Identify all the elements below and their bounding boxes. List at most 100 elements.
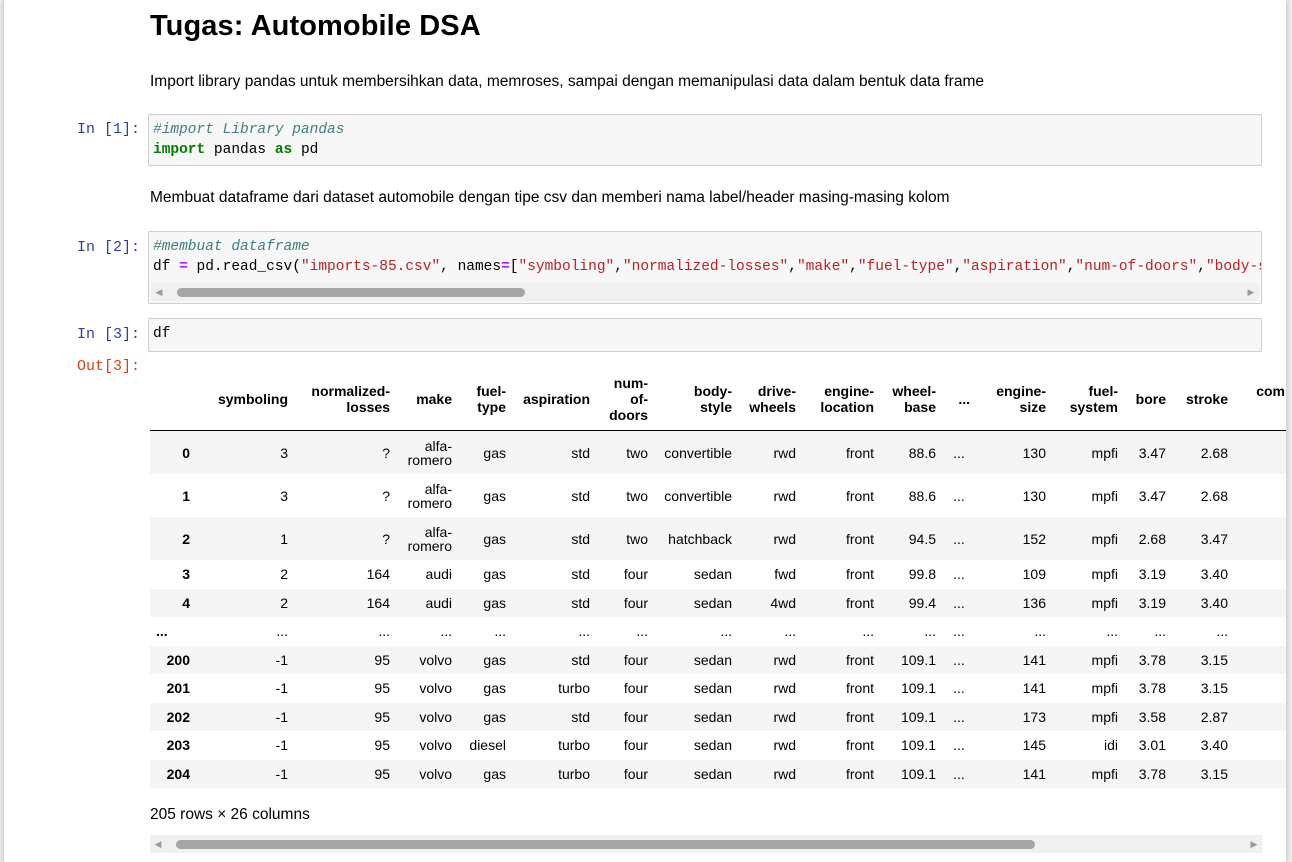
table-cell: 3.19 <box>1138 566 1166 583</box>
notebook-title: Tugas: Automobile DSA <box>150 10 481 42</box>
table-cell: turbo <box>558 737 590 754</box>
column-header-aspiration: aspiration <box>512 368 596 431</box>
row-index: 4 <box>182 594 190 611</box>
table-cell: 9.5 <box>1234 760 1286 789</box>
table-cell: -1 <box>275 737 288 754</box>
table-cell: mpfi <box>1091 765 1118 782</box>
code-line: import pandas as pd <box>153 142 319 158</box>
table-cell: ... <box>720 623 732 640</box>
table-cell: 99.8 <box>908 566 936 583</box>
table-cell: sedan <box>693 708 732 725</box>
scrollbar-thumb[interactable] <box>177 288 525 297</box>
table-cell: ... <box>953 566 965 583</box>
table-cell: front <box>845 594 874 611</box>
code-cell-3[interactable]: df <box>148 318 1262 352</box>
table-cell: turbo <box>558 765 590 782</box>
table-cell: -1 <box>275 680 288 697</box>
code-editor[interactable]: #import Library pandas import pandas as … <box>149 115 1261 160</box>
code-editor[interactable]: df <box>149 319 1261 344</box>
table-cell: alfa-romero <box>407 437 452 468</box>
table-cell: two <box>626 487 648 504</box>
column-header-compression-ratio: compression-ratio <box>1234 368 1286 431</box>
scroll-left-arrow-icon[interactable]: ◀ <box>150 835 166 853</box>
table-cell: 2 <box>280 594 288 611</box>
table-cell: 8.8 <box>1234 703 1286 732</box>
table-cell: gas <box>483 444 506 461</box>
table-cell: ... <box>1216 623 1228 640</box>
output-prompt: Out[3]: <box>76 358 140 375</box>
table-cell: fwd <box>774 566 796 583</box>
table-cell: 3.40 <box>1200 737 1228 754</box>
table-row: 203 -1 95 volvo diesel turbo four sedan rwd front… <box>150 731 1286 760</box>
table-cell: volvo <box>419 765 452 782</box>
markdown-cell-import[interactable]: Import library pandas untuk membersihkan… <box>150 73 984 91</box>
markdown-cell-dataframe[interactable]: Membuat dataframe dari dataset automobil… <box>150 189 950 207</box>
table-cell: mpfi <box>1091 708 1118 725</box>
table-cell: 3.47 <box>1200 530 1228 547</box>
table-cell: sedan <box>693 737 732 754</box>
table-cell: 10.0 <box>1234 560 1286 589</box>
dataframe-shape: 205 rows × 26 columns <box>150 806 310 823</box>
table-cell: ... <box>862 623 874 640</box>
table-cell: two <box>626 444 648 461</box>
column-header-fuel-type: fuel-type <box>458 368 512 431</box>
table-cell: 88.6 <box>908 444 936 461</box>
table-cell: audi <box>425 594 452 611</box>
table-cell: rwd <box>773 680 796 697</box>
column-header-index <box>150 368 200 431</box>
code-editor[interactable]: #membuat dataframe df = pd.read_csv("imp… <box>149 232 1261 277</box>
table-row: 204 -1 95 volvo gas turbo four sedan rwd front 109… <box>150 759 1286 789</box>
scrollbar-thumb[interactable] <box>176 840 1035 849</box>
column-header-index: ... <box>942 368 976 431</box>
code-cell-1[interactable]: #import Library pandas import pandas as … <box>148 114 1262 166</box>
table-row: 2 1? alfa-romero gas std two hatchback rwd front… <box>150 517 1286 560</box>
table-cell: gas <box>483 594 506 611</box>
table-row: ........................................… <box>150 617 1286 646</box>
table-cell: convertible <box>664 487 732 504</box>
code-cell-2[interactable]: #membuat dataframe df = pd.read_csv("imp… <box>148 231 1262 304</box>
table-cell: idi <box>1103 737 1118 754</box>
table-cell: 1 <box>280 530 288 547</box>
table-cell: ? <box>382 530 390 547</box>
table-cell: mpfi <box>1091 594 1118 611</box>
scroll-right-arrow-icon[interactable]: ▶ <box>1243 283 1259 301</box>
table-cell: front <box>845 487 874 504</box>
table-cell: mpfi <box>1091 444 1118 461</box>
output-horizontal-scrollbar[interactable]: ◀ ▶ <box>150 835 1262 853</box>
scroll-right-arrow-icon[interactable]: ▶ <box>1246 835 1262 853</box>
table-cell: ... <box>953 737 965 754</box>
table-cell: mpfi <box>1091 680 1118 697</box>
code-horizontal-scrollbar[interactable]: ◀ ▶ <box>151 283 1259 301</box>
table-cell: std <box>571 487 590 504</box>
markdown-text: Membuat dataframe dari dataset automobil… <box>150 189 950 206</box>
table-cell: 3.15 <box>1200 651 1228 668</box>
row-index: 204 <box>166 765 190 782</box>
table-cell: 141 <box>1022 680 1046 697</box>
code-line: df = pd.read_csv("imports-85.csv", names… <box>153 259 1261 275</box>
table-cell: front <box>845 566 874 583</box>
table-cell: 3.40 <box>1200 566 1228 583</box>
notebook-page: Tugas: Automobile DSA Import library pan… <box>4 0 1286 862</box>
table-cell: turbo <box>558 680 590 697</box>
table-cell: 88.6 <box>908 487 936 504</box>
table-cell: ... <box>924 623 936 640</box>
table-cell: diesel <box>469 737 506 754</box>
scroll-left-arrow-icon[interactable]: ◀ <box>151 283 167 301</box>
markdown-cell-title[interactable]: Tugas: Automobile DSA <box>150 10 481 43</box>
table-cell: 95 <box>374 737 390 754</box>
table-cell: front <box>845 708 874 725</box>
table-cell: 109.1 <box>900 651 936 668</box>
table-cell: rwd <box>773 765 796 782</box>
table-cell: gas <box>483 708 506 725</box>
code-line: df <box>153 326 171 342</box>
table-row: 200 -1 95 volvo gas std four sedan rwd front 109.1… <box>150 645 1286 674</box>
table-cell: mpfi <box>1091 651 1118 668</box>
table-cell: four <box>623 651 648 668</box>
table-cell: 95 <box>374 651 390 668</box>
table-cell: 8.7 <box>1234 674 1286 703</box>
table-cell: 164 <box>366 566 390 583</box>
table-cell: 3.40 <box>1200 594 1228 611</box>
table-cell: rwd <box>773 444 796 461</box>
table-cell: 8.0 <box>1234 589 1286 618</box>
table-row: 3 2 164 audi gas std four sedan fwd front 99.8... 1… <box>150 560 1286 589</box>
